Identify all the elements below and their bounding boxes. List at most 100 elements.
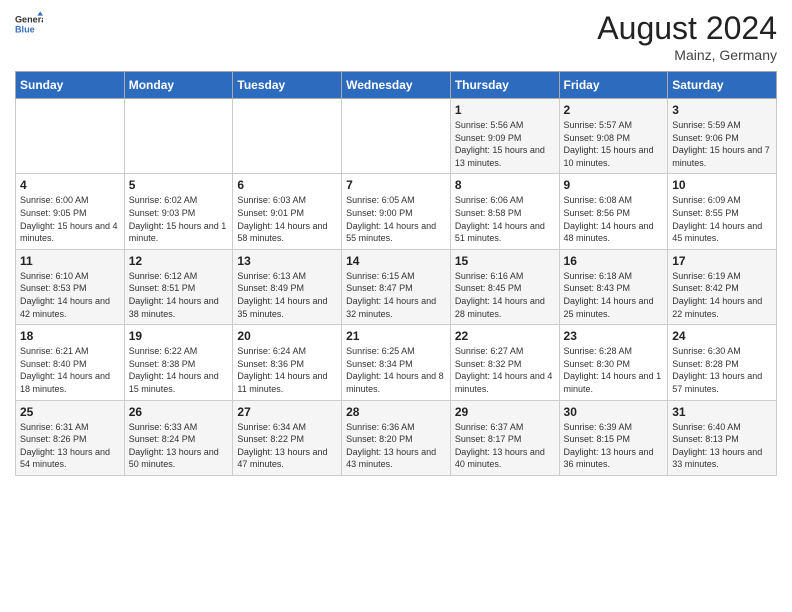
day-cell: 11 Sunrise: 6:10 AMSunset: 8:53 PMDayligh… <box>16 249 125 324</box>
day-info: Sunrise: 6:08 AMSunset: 8:56 PMDaylight:… <box>564 194 664 244</box>
day-number: 28 <box>346 405 446 419</box>
svg-text:General: General <box>15 15 43 25</box>
day-cell: 19Sunrise: 6:22 AMSunset: 8:38 PMDayligh… <box>124 325 233 400</box>
day-info: Sunrise: 5:56 AMSunset: 9:09 PMDaylight:… <box>455 119 555 169</box>
day-number: 11 <box>20 254 120 268</box>
day-cell: 14 Sunrise: 6:15 AMSunset: 8:47 PMDayligh… <box>342 249 451 324</box>
day-number: 4 <box>20 178 120 192</box>
day-number: 2 <box>564 103 664 117</box>
day-cell: 7Sunrise: 6:05 AMSunset: 9:00 PMDaylight… <box>342 174 451 249</box>
calendar-body: 1 Sunrise: 5:56 AMSunset: 9:09 PMDaylight… <box>16 99 777 476</box>
logo-icon: General Blue <box>15 10 43 38</box>
header-day-thursday: Thursday <box>450 72 559 99</box>
day-cell <box>233 99 342 174</box>
day-number: 31 <box>672 405 772 419</box>
header-day-friday: Friday <box>559 72 668 99</box>
day-number: 8 <box>455 178 555 192</box>
day-cell: 23 Sunrise: 6:28 AMSunset: 8:30 PMDayligh… <box>559 325 668 400</box>
day-info: Sunrise: 6:13 AMSunset: 8:49 PMDaylight:… <box>237 270 337 320</box>
day-info: Sunrise: 6:10 AMSunset: 8:53 PMDaylight:… <box>20 270 120 320</box>
day-cell: 28 Sunrise: 6:36 AMSunset: 8:20 PMDayligh… <box>342 400 451 475</box>
day-info: Sunrise: 6:28 AMSunset: 8:30 PMDaylight:… <box>564 345 664 395</box>
day-cell: 30Sunrise: 6:39 AMSunset: 8:15 PMDayligh… <box>559 400 668 475</box>
day-number: 15 <box>455 254 555 268</box>
day-info: Sunrise: 6:25 AMSunset: 8:34 PMDaylight:… <box>346 345 446 395</box>
header: General Blue August 2024 Mainz, Germany <box>15 10 777 63</box>
day-info: Sunrise: 6:21 AMSunset: 8:40 PMDaylight:… <box>20 345 120 395</box>
day-number: 10 <box>672 178 772 192</box>
header-day-saturday: Saturday <box>668 72 777 99</box>
day-number: 12 <box>129 254 229 268</box>
day-number: 3 <box>672 103 772 117</box>
week-row-1: 1 Sunrise: 5:56 AMSunset: 9:09 PMDaylight… <box>16 99 777 174</box>
location: Mainz, Germany <box>597 47 777 63</box>
day-info: Sunrise: 5:59 AMSunset: 9:06 PMDaylight:… <box>672 119 772 169</box>
day-info: Sunrise: 6:12 AMSunset: 8:51 PMDaylight:… <box>129 270 229 320</box>
day-number: 30 <box>564 405 664 419</box>
day-info: Sunrise: 6:19 AMSunset: 8:42 PMDaylight:… <box>672 270 772 320</box>
day-number: 22 <box>455 329 555 343</box>
day-number: 18 <box>20 329 120 343</box>
day-cell <box>342 99 451 174</box>
day-cell: 16Sunrise: 6:18 AMSunset: 8:43 PMDayligh… <box>559 249 668 324</box>
day-number: 26 <box>129 405 229 419</box>
calendar-table: SundayMondayTuesdayWednesdayThursdayFrid… <box>15 71 777 476</box>
week-row-5: 25 Sunrise: 6:31 AMSunset: 8:26 PMDayligh… <box>16 400 777 475</box>
day-info: Sunrise: 6:15 AMSunset: 8:47 PMDaylight:… <box>346 270 446 320</box>
day-number: 17 <box>672 254 772 268</box>
header-day-monday: Monday <box>124 72 233 99</box>
day-info: Sunrise: 6:34 AMSunset: 8:22 PMDaylight:… <box>237 421 337 471</box>
day-cell: 25 Sunrise: 6:31 AMSunset: 8:26 PMDayligh… <box>16 400 125 475</box>
day-number: 1 <box>455 103 555 117</box>
day-cell: 29 Sunrise: 6:37 AMSunset: 8:17 PMDayligh… <box>450 400 559 475</box>
day-info: Sunrise: 6:27 AMSunset: 8:32 PMDaylight:… <box>455 345 555 395</box>
day-cell: 12 Sunrise: 6:12 AMSunset: 8:51 PMDayligh… <box>124 249 233 324</box>
day-info: Sunrise: 6:33 AMSunset: 8:24 PMDaylight:… <box>129 421 229 471</box>
day-cell: 9 Sunrise: 6:08 AMSunset: 8:56 PMDaylight… <box>559 174 668 249</box>
day-number: 23 <box>564 329 664 343</box>
day-cell: 5Sunrise: 6:02 AMSunset: 9:03 PMDaylight… <box>124 174 233 249</box>
month-year: August 2024 <box>597 10 777 47</box>
day-info: Sunrise: 6:03 AMSunset: 9:01 PMDaylight:… <box>237 194 337 244</box>
day-number: 7 <box>346 178 446 192</box>
day-number: 19 <box>129 329 229 343</box>
day-number: 13 <box>237 254 337 268</box>
header-row: SundayMondayTuesdayWednesdayThursdayFrid… <box>16 72 777 99</box>
day-number: 14 <box>346 254 446 268</box>
day-cell <box>124 99 233 174</box>
week-row-4: 18 Sunrise: 6:21 AMSunset: 8:40 PMDayligh… <box>16 325 777 400</box>
day-cell: 22 Sunrise: 6:27 AMSunset: 8:32 PMDayligh… <box>450 325 559 400</box>
day-cell: 15 Sunrise: 6:16 AMSunset: 8:45 PMDayligh… <box>450 249 559 324</box>
day-number: 20 <box>237 329 337 343</box>
day-info: Sunrise: 6:16 AMSunset: 8:45 PMDaylight:… <box>455 270 555 320</box>
day-info: Sunrise: 5:57 AMSunset: 9:08 PMDaylight:… <box>564 119 664 169</box>
day-number: 21 <box>346 329 446 343</box>
logo: General Blue <box>15 10 43 38</box>
day-info: Sunrise: 6:36 AMSunset: 8:20 PMDaylight:… <box>346 421 446 471</box>
day-info: Sunrise: 6:09 AMSunset: 8:55 PMDaylight:… <box>672 194 772 244</box>
day-info: Sunrise: 6:40 AMSunset: 8:13 PMDaylight:… <box>672 421 772 471</box>
day-cell: 1 Sunrise: 5:56 AMSunset: 9:09 PMDaylight… <box>450 99 559 174</box>
day-cell: 17 Sunrise: 6:19 AMSunset: 8:42 PMDayligh… <box>668 249 777 324</box>
day-info: Sunrise: 6:31 AMSunset: 8:26 PMDaylight:… <box>20 421 120 471</box>
day-info: Sunrise: 6:00 AMSunset: 9:05 PMDaylight:… <box>20 194 120 244</box>
week-row-2: 4 Sunrise: 6:00 AMSunset: 9:05 PMDaylight… <box>16 174 777 249</box>
day-info: Sunrise: 6:06 AMSunset: 8:58 PMDaylight:… <box>455 194 555 244</box>
day-info: Sunrise: 6:18 AMSunset: 8:43 PMDaylight:… <box>564 270 664 320</box>
day-cell: 3 Sunrise: 5:59 AMSunset: 9:06 PMDaylight… <box>668 99 777 174</box>
day-info: Sunrise: 6:02 AMSunset: 9:03 PMDaylight:… <box>129 194 229 244</box>
day-cell: 2 Sunrise: 5:57 AMSunset: 9:08 PMDaylight… <box>559 99 668 174</box>
day-cell: 21 Sunrise: 6:25 AMSunset: 8:34 PMDayligh… <box>342 325 451 400</box>
title-area: August 2024 Mainz, Germany <box>597 10 777 63</box>
day-number: 9 <box>564 178 664 192</box>
day-cell: 4 Sunrise: 6:00 AMSunset: 9:05 PMDaylight… <box>16 174 125 249</box>
day-cell: 18 Sunrise: 6:21 AMSunset: 8:40 PMDayligh… <box>16 325 125 400</box>
day-number: 29 <box>455 405 555 419</box>
calendar-header: SundayMondayTuesdayWednesdayThursdayFrid… <box>16 72 777 99</box>
day-cell: 20Sunrise: 6:24 AMSunset: 8:36 PMDayligh… <box>233 325 342 400</box>
day-info: Sunrise: 6:37 AMSunset: 8:17 PMDaylight:… <box>455 421 555 471</box>
day-number: 25 <box>20 405 120 419</box>
day-info: Sunrise: 6:30 AMSunset: 8:28 PMDaylight:… <box>672 345 772 395</box>
day-cell: 13 Sunrise: 6:13 AMSunset: 8:49 PMDayligh… <box>233 249 342 324</box>
day-cell: 6Sunrise: 6:03 AMSunset: 9:01 PMDaylight… <box>233 174 342 249</box>
